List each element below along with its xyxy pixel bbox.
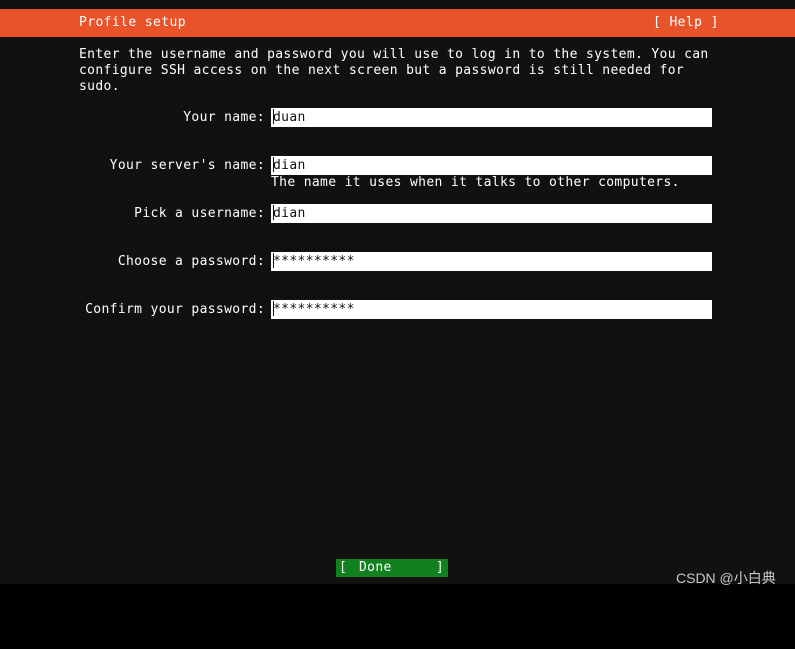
intro-text: Enter the username and password you will… — [79, 47, 717, 94]
input-your-name[interactable]: duan — [271, 108, 712, 127]
field-row-username: Pick a username: dian — [0, 201, 795, 249]
label-password: Choose a password: — [117, 254, 265, 269]
profile-setup-form: Your name: duan Your server's name: dian… — [0, 105, 795, 345]
input-password[interactable]: ********** — [271, 252, 712, 271]
done-bracket-left: [ — [339, 560, 348, 575]
input-your-name-value: duan — [273, 110, 306, 125]
label-your-name: Your name: — [183, 110, 265, 125]
field-row-server-name: Your server's name: dian The name it use… — [0, 153, 795, 201]
input-confirm-password-value: ********** — [273, 302, 355, 317]
hint-server-name: The name it uses when it talks to other … — [271, 175, 680, 190]
done-button-label: Done — [359, 560, 392, 575]
input-username[interactable]: dian — [271, 204, 712, 223]
terminal-canvas: Profile setup [ Help ] Enter the usernam… — [0, 0, 795, 586]
done-bracket-right: ] — [435, 560, 444, 575]
help-button[interactable]: [ Help ] — [653, 15, 719, 31]
installer-screen: Profile setup [ Help ] Enter the usernam… — [0, 0, 795, 598]
label-confirm-password: Confirm your password: — [85, 302, 265, 317]
field-row-your-name: Your name: duan — [0, 105, 795, 153]
field-row-password: Choose a password: ********** — [0, 249, 795, 297]
done-button[interactable]: [ Done ] — [336, 559, 448, 577]
label-server-name: Your server's name: — [109, 158, 265, 173]
page-title: Profile setup — [79, 15, 186, 30]
header-bar: Profile setup [ Help ] — [0, 9, 795, 37]
input-server-name-value: dian — [273, 158, 306, 173]
input-server-name[interactable]: dian — [271, 156, 712, 175]
field-row-confirm-password: Confirm your password: ********** — [0, 297, 795, 345]
input-username-value: dian — [273, 206, 306, 221]
input-confirm-password[interactable]: ********** — [271, 300, 712, 319]
input-password-value: ********** — [273, 254, 355, 269]
label-username: Pick a username: — [134, 206, 265, 221]
watermark: CSDN @小白典 — [676, 570, 776, 586]
